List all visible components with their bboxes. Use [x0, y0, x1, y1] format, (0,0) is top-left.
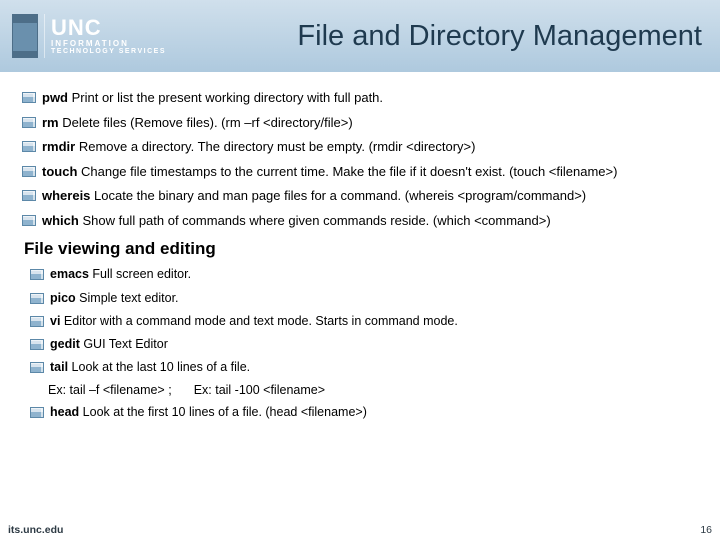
page-number: 16	[700, 524, 712, 536]
cmd-name: tail	[50, 360, 68, 374]
logo: UNC INFORMATION TECHNOLOGY SERVICES	[12, 14, 166, 58]
cmd-desc: GUI Text Editor	[80, 337, 168, 351]
cmd-name: whereis	[42, 188, 90, 203]
list-item: touch Change file timestamps to the curr…	[18, 163, 702, 181]
example-line: Ex: tail –f <filename> ; Ex: tail -100 <f…	[48, 383, 702, 397]
cmd-name: pwd	[42, 90, 68, 105]
list-item: rmdir Remove a directory. The directory …	[18, 138, 702, 156]
command-list-head: head Look at the first 10 lines of a fil…	[18, 404, 702, 420]
footer-url: its.unc.edu	[8, 524, 63, 536]
cmd-desc: Simple text editor.	[76, 291, 179, 305]
list-item: pwd Print or list the present working di…	[18, 89, 702, 107]
cmd-desc: Editor with a command mode and text mode…	[60, 314, 457, 328]
logo-separator	[44, 14, 45, 58]
command-list-editors: emacs Full screen editor. pico Simple te…	[18, 266, 702, 375]
list-item: gedit GUI Text Editor	[26, 336, 702, 352]
cmd-desc: Look at the first 10 lines of a file. (h…	[79, 405, 367, 419]
cmd-desc: Remove a directory. The directory must b…	[75, 139, 475, 154]
content: pwd Print or list the present working di…	[0, 72, 720, 420]
cmd-name: head	[50, 405, 79, 419]
cmd-desc: Print or list the present working direct…	[68, 90, 383, 105]
list-item: tail Look at the last 10 lines of a file…	[26, 359, 702, 375]
page-title: File and Directory Management	[178, 20, 708, 53]
cmd-name: touch	[42, 164, 77, 179]
cmd-name: vi	[50, 314, 60, 328]
logo-line2: TECHNOLOGY SERVICES	[51, 48, 166, 55]
example-a: Ex: tail –f <filename> ;	[48, 383, 172, 397]
cmd-name: gedit	[50, 337, 80, 351]
logo-line1: INFORMATION	[51, 39, 166, 48]
subheading: File viewing and editing	[24, 239, 702, 259]
cmd-desc: Look at the last 10 lines of a file.	[68, 360, 250, 374]
list-item: emacs Full screen editor.	[26, 266, 702, 282]
cmd-desc: Show full path of commands where given c…	[79, 213, 551, 228]
list-item: which Show full path of commands where g…	[18, 212, 702, 230]
cmd-desc: Delete files (Remove files). (rm –rf <di…	[59, 115, 353, 130]
cmd-name: emacs	[50, 267, 89, 281]
logo-column-icon	[12, 14, 38, 58]
list-item: pico Simple text editor.	[26, 290, 702, 306]
cmd-name: rmdir	[42, 139, 75, 154]
list-item: head Look at the first 10 lines of a fil…	[26, 404, 702, 420]
cmd-name: which	[42, 213, 79, 228]
cmd-desc: Change file timestamps to the current ti…	[77, 164, 617, 179]
cmd-desc: Locate the binary and man page files for…	[90, 188, 586, 203]
list-item: rm Delete files (Remove files). (rm –rf …	[18, 114, 702, 132]
list-item: vi Editor with a command mode and text m…	[26, 313, 702, 329]
logo-brand: UNC	[51, 17, 166, 39]
cmd-name: rm	[42, 115, 59, 130]
list-item: whereis Locate the binary and man page f…	[18, 187, 702, 205]
logo-text: UNC INFORMATION TECHNOLOGY SERVICES	[51, 17, 166, 55]
command-list-main: pwd Print or list the present working di…	[18, 89, 702, 229]
cmd-desc: Full screen editor.	[89, 267, 191, 281]
footer: its.unc.edu 16	[8, 524, 712, 536]
header: UNC INFORMATION TECHNOLOGY SERVICES File…	[0, 0, 720, 72]
example-b: Ex: tail -100 <filename>	[194, 383, 325, 397]
cmd-name: pico	[50, 291, 76, 305]
